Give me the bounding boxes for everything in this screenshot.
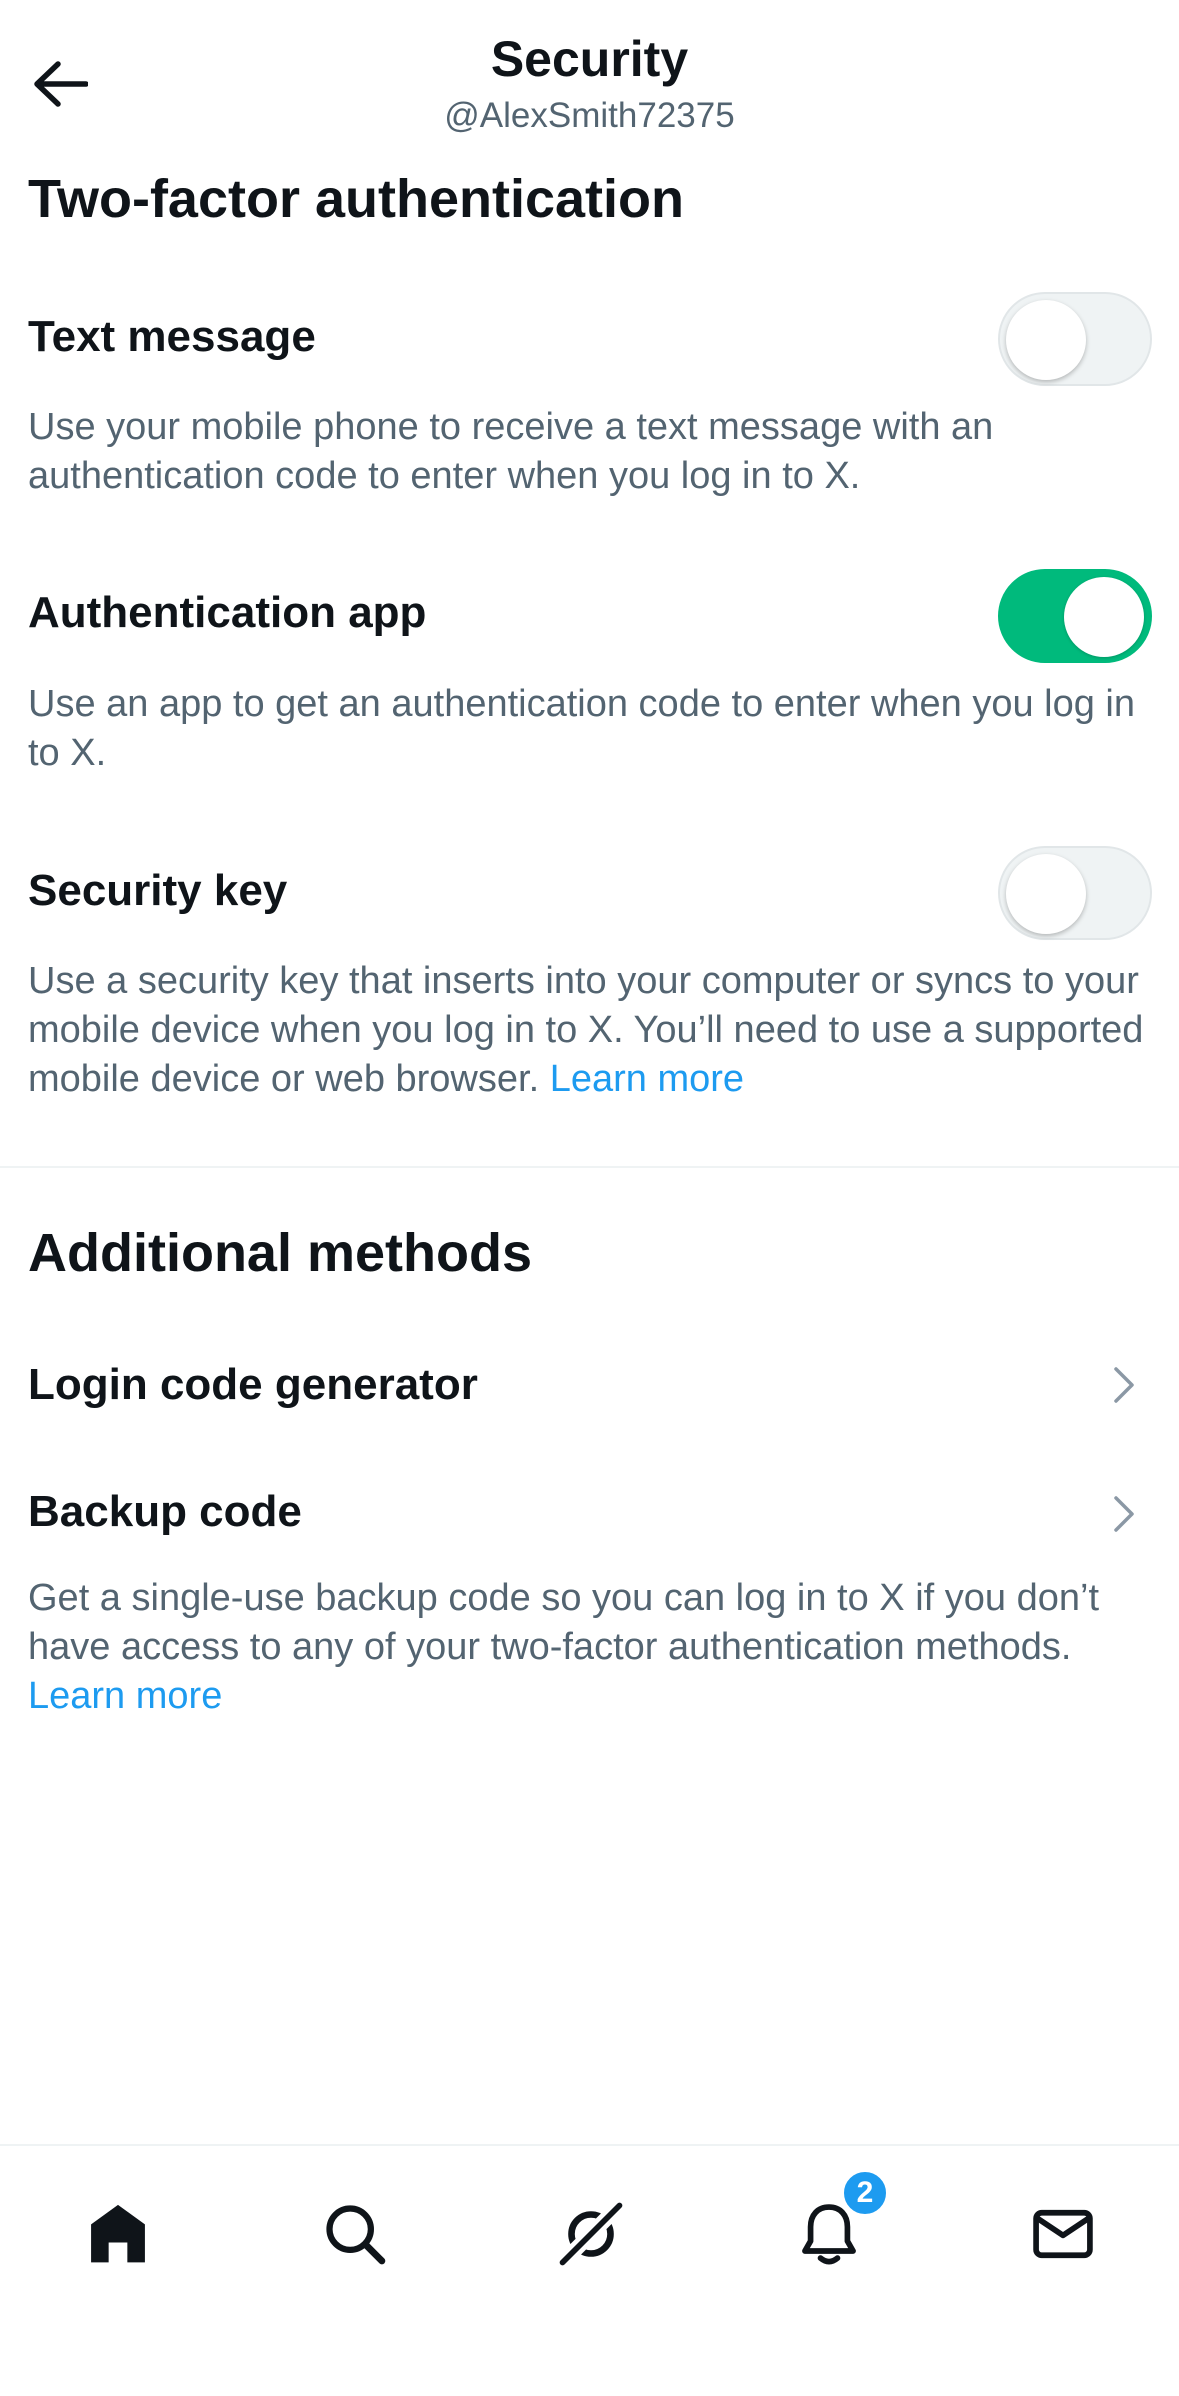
grok-icon	[557, 2200, 625, 2268]
page-title: Security	[490, 31, 689, 87]
chevron-right-icon	[1104, 1489, 1144, 1539]
security-key-description: Use a security key that inserts into you…	[28, 957, 1158, 1104]
home-tab[interactable]	[70, 2186, 166, 2282]
page-subtitle-username: @AlexSmith72375	[444, 96, 735, 135]
text-message-description: Use your mobile phone to receive a text …	[28, 406, 994, 497]
messages-tab[interactable]	[1015, 2186, 1111, 2282]
home-icon	[91, 2204, 145, 2263]
header: Security @AlexSmith72375	[0, 0, 1179, 150]
search-icon	[326, 2205, 386, 2265]
security-key-learn-more-link[interactable]: Learn more	[550, 1058, 744, 1100]
security-settings-page: Security @AlexSmith72375 Two-factor auth…	[0, 0, 1179, 2396]
toggle-knob	[1006, 300, 1086, 380]
additional-methods-title: Additional methods	[28, 1223, 532, 1283]
security-key-label: Security key	[28, 866, 288, 915]
authentication-app-toggle[interactable]	[998, 569, 1152, 663]
text-message-label: Text message	[28, 312, 316, 361]
bottom-navigation-bar: 2	[0, 2144, 1179, 2396]
chevron-right-icon	[1104, 1360, 1144, 1410]
toggle-knob	[1064, 577, 1144, 657]
backup-code-description: Get a single-use backup code so you can …	[28, 1574, 1158, 1721]
authentication-app-label: Authentication app	[28, 588, 427, 637]
section-divider	[0, 1166, 1179, 1168]
backup-code-description-text: Get a single-use backup code so you can …	[28, 1577, 1099, 1668]
backup-code-learn-more-link[interactable]: Learn more	[28, 1675, 222, 1717]
backup-code-label: Backup code	[28, 1487, 302, 1536]
login-code-generator-label: Login code generator	[28, 1360, 478, 1409]
grok-tab[interactable]	[543, 2186, 639, 2282]
two-factor-section-title: Two-factor authentication	[28, 169, 684, 229]
toggle-knob	[1006, 854, 1086, 934]
mail-icon	[1033, 2209, 1093, 2259]
text-message-toggle[interactable]	[998, 292, 1152, 386]
security-key-toggle[interactable]	[998, 846, 1152, 940]
backup-code-row[interactable]: Backup code	[0, 1467, 1179, 1557]
search-tab[interactable]	[307, 2186, 403, 2282]
authentication-app-description: Use an app to get an authentication code…	[28, 683, 1136, 774]
login-code-generator-row[interactable]: Login code generator	[0, 1340, 1179, 1430]
notification-count-badge: 2	[840, 2168, 890, 2218]
